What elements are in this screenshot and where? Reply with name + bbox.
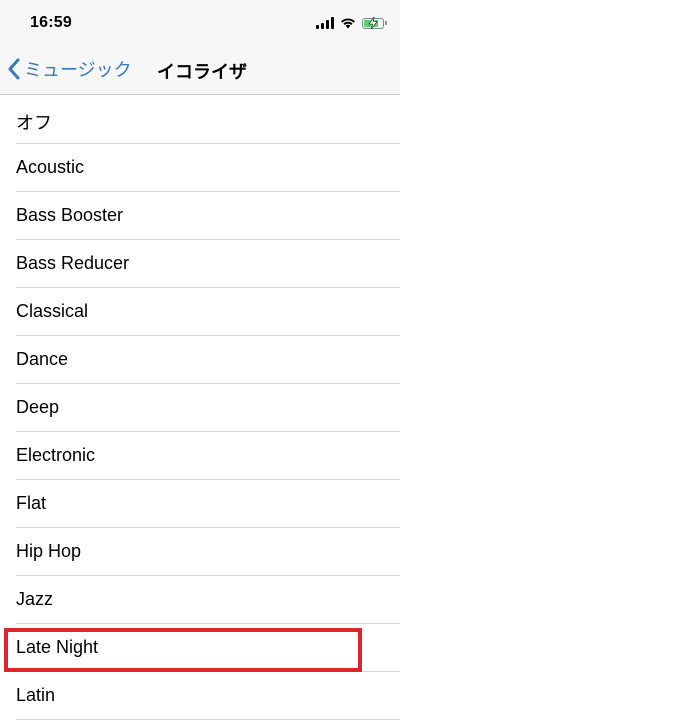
chevron-left-icon	[8, 58, 20, 80]
option-label: Late Night	[16, 637, 99, 657]
equalizer-list: オフ Acoustic Bass Booster Bass Reducer Cl…	[0, 96, 400, 720]
equalizer-option-electronic[interactable]: Electronic	[0, 432, 400, 480]
equalizer-option-bass-booster[interactable]: Bass Booster	[0, 192, 400, 240]
equalizer-option-flat[interactable]: Flat	[0, 480, 400, 528]
equalizer-option-hip-hop[interactable]: Hip Hop	[0, 528, 400, 576]
equalizer-option-classical[interactable]: Classical	[0, 288, 400, 336]
equalizer-option-bass-reducer[interactable]: Bass Reducer	[0, 240, 400, 288]
wifi-icon	[341, 18, 355, 29]
back-button-label: ミュージック	[24, 60, 132, 80]
option-label: Deep	[16, 397, 60, 417]
option-label: Jazz	[16, 589, 54, 609]
equalizer-option-dance[interactable]: Dance	[0, 336, 400, 384]
equalizer-option-off[interactable]: オフ	[0, 96, 400, 144]
equalizer-option-late-night[interactable]: Late Night	[0, 624, 400, 672]
equalizer-option-jazz[interactable]: Jazz	[0, 576, 400, 624]
option-label: Hip Hop	[16, 541, 82, 561]
status-time: 16:59	[30, 14, 72, 31]
option-label: オフ	[16, 113, 52, 133]
option-label: Flat	[16, 493, 47, 513]
option-label: Bass Booster	[16, 205, 124, 225]
option-label: Dance	[16, 349, 69, 369]
back-button[interactable]: ミュージック	[8, 56, 132, 82]
option-label: Bass Reducer	[16, 253, 130, 273]
option-label: Acoustic	[16, 157, 85, 177]
phone-screen: 16:59 ミュージック イコライザ オフ Acoustic Bass Boos…	[0, 0, 400, 722]
charging-bolt-icon	[368, 16, 378, 29]
option-label: Classical	[16, 301, 89, 321]
status-icons	[316, 14, 387, 32]
option-label: Electronic	[16, 445, 96, 465]
cellular-signal-icon	[316, 17, 334, 29]
navigation-bar: ミュージック イコライザ	[0, 44, 400, 95]
equalizer-option-deep[interactable]: Deep	[0, 384, 400, 432]
equalizer-option-acoustic[interactable]: Acoustic	[0, 144, 400, 192]
page-title: イコライザ	[157, 62, 247, 82]
status-bar: 16:59	[0, 0, 400, 44]
row-divider	[16, 719, 400, 720]
battery-charging-icon	[362, 16, 387, 29]
equalizer-option-latin[interactable]: Latin	[0, 672, 400, 720]
option-label: Latin	[16, 685, 56, 705]
